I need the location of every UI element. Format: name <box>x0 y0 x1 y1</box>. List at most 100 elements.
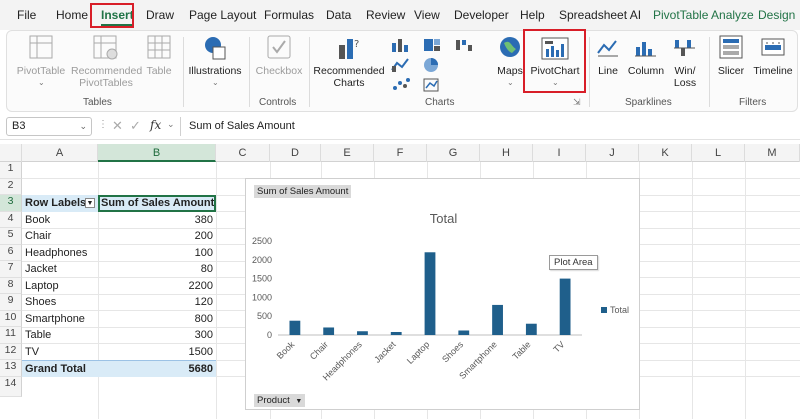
insert-function-icon[interactable]: fx <box>150 118 161 132</box>
row-header[interactable]: 8 <box>0 277 22 294</box>
tab-review[interactable]: Review <box>366 8 405 22</box>
more-options-icon[interactable]: ⋮ <box>98 119 108 130</box>
tab-view[interactable]: View <box>414 8 440 22</box>
pivot-row-value[interactable]: 120 <box>98 294 216 311</box>
tables-group-label: Tables <box>83 97 112 108</box>
pie-chart-icon[interactable] <box>423 57 445 73</box>
tab-home[interactable]: Home <box>56 8 88 22</box>
column-header[interactable]: D <box>270 144 321 162</box>
pivot-row-value[interactable]: 380 <box>98 212 216 229</box>
row-header[interactable]: 6 <box>0 244 22 261</box>
pivot-row-value[interactable]: 300 <box>98 327 216 344</box>
column-header[interactable]: E <box>321 144 374 162</box>
maps-button[interactable]: Maps ⌄ <box>495 35 525 91</box>
formula-input[interactable]: Sum of Sales Amount <box>180 117 794 136</box>
illustrations-button[interactable]: Illustrations ⌄ <box>187 35 243 91</box>
pivot-chart[interactable]: Sum of Sales Amount Total 0 500 1000 1500 20… <box>245 178 640 410</box>
cancel-icon[interactable]: ✕ <box>112 118 123 134</box>
chevron-down-icon[interactable]: ⌄ <box>79 118 87 135</box>
axis-field-label: Product <box>257 395 290 406</box>
pivot-row-labels-header[interactable]: Row Labels ▼ <box>22 195 98 212</box>
tab-pivottable-analyze[interactable]: PivotTable Analyze <box>653 8 754 22</box>
checkbox-button[interactable]: Checkbox <box>255 35 303 91</box>
pivot-grand-total-value[interactable]: 5680 <box>98 360 216 377</box>
slicer-button[interactable]: Slicer <box>713 35 749 91</box>
row-header[interactable]: 4 <box>0 211 22 228</box>
pivot-row-value[interactable]: 200 <box>98 228 216 245</box>
y-tick-label: 500 <box>257 311 272 321</box>
row-header[interactable]: 5 <box>0 228 22 245</box>
column-chart-icon[interactable] <box>391 37 413 53</box>
maps-label: Maps <box>497 65 523 77</box>
row-header[interactable]: 14 <box>0 376 22 397</box>
column-header[interactable]: C <box>216 144 270 162</box>
column-header[interactable]: B <box>98 144 216 162</box>
axis-field-button[interactable]: Product ▼ <box>254 394 306 407</box>
column-header[interactable]: M <box>745 144 800 162</box>
tab-page-layout[interactable]: Page Layout <box>189 8 256 22</box>
pivot-row-label[interactable]: Jacket <box>22 261 98 278</box>
column-header[interactable]: L <box>692 144 745 162</box>
pivot-row-label[interactable]: Smartphone <box>22 311 98 328</box>
row-header[interactable]: 9 <box>0 294 22 311</box>
pivot-row-label[interactable]: Shoes <box>22 294 98 311</box>
tab-spreadsheet-ai[interactable]: Spreadsheet AI <box>559 8 641 22</box>
row-header[interactable]: 13 <box>0 360 22 377</box>
row-header[interactable]: 11 <box>0 327 22 344</box>
pivot-row-label[interactable]: TV <box>22 344 98 361</box>
row-header[interactable]: 1 <box>0 162 22 179</box>
filter-dropdown-icon[interactable]: ▼ <box>85 198 95 208</box>
scatter-chart-icon[interactable] <box>391 77 413 93</box>
sparkline-line-button[interactable]: Line <box>593 35 623 91</box>
pivot-value-header[interactable]: Sum of Sales Amount <box>98 195 216 212</box>
pivot-row-label[interactable]: Table <box>22 327 98 344</box>
recommended-pivottables-button[interactable]: Recommended PivotTables <box>71 35 142 91</box>
pivot-row-value[interactable]: 2200 <box>98 278 216 295</box>
pivot-grand-total-label[interactable]: Grand Total <box>22 360 98 377</box>
pivot-row-value[interactable]: 80 <box>98 261 216 278</box>
enter-check-icon[interactable]: ✓ <box>130 118 141 134</box>
row-header[interactable]: 12 <box>0 343 22 360</box>
tab-draw[interactable]: Draw <box>146 8 174 22</box>
tab-help[interactable]: Help <box>520 8 545 22</box>
pivot-row-label[interactable]: Book <box>22 212 98 229</box>
pivot-row-label[interactable]: Headphones <box>22 245 98 262</box>
column-header[interactable]: J <box>586 144 639 162</box>
timeline-button[interactable]: Timeline <box>751 35 795 91</box>
column-header[interactable]: I <box>533 144 586 162</box>
select-all-corner[interactable] <box>0 144 22 162</box>
tab-design[interactable]: Design <box>758 8 795 22</box>
tab-developer[interactable]: Developer <box>454 8 509 22</box>
line-chart-icon[interactable] <box>391 57 413 73</box>
column-header[interactable]: H <box>480 144 533 162</box>
row-header[interactable]: 7 <box>0 261 22 278</box>
chart-plot-svg[interactable]: 05001000150020002500Book ChairHeadphones J… <box>246 179 641 411</box>
dialog-launcher-icon[interactable]: ⇲ <box>573 97 581 108</box>
row-header[interactable]: 10 <box>0 310 22 327</box>
row-header[interactable]: 2 <box>0 178 22 195</box>
column-header[interactable]: F <box>374 144 427 162</box>
column-header[interactable]: G <box>427 144 480 162</box>
waterfall-chart-icon[interactable] <box>455 37 477 53</box>
name-box[interactable]: B3 ⌄ <box>6 117 92 136</box>
chart-bar <box>559 278 571 335</box>
chevron-down-icon[interactable]: ⌄ <box>167 119 175 130</box>
sparkline-column-button[interactable]: Column <box>625 35 667 91</box>
pivot-row-label[interactable]: Chair <box>22 228 98 245</box>
row-header[interactable]: 3 <box>0 195 22 212</box>
table-button[interactable]: Table <box>143 35 175 91</box>
sparkline-winloss-button[interactable]: Win/ Loss <box>669 35 701 91</box>
pivot-row-value[interactable]: 800 <box>98 311 216 328</box>
column-header[interactable]: A <box>22 144 98 162</box>
column-header[interactable]: K <box>639 144 692 162</box>
pivot-row-label[interactable]: Laptop <box>22 278 98 295</box>
recommended-charts-button[interactable]: ? Recommended Charts <box>313 35 385 91</box>
pivottable-button[interactable]: PivotTable ⌄ <box>15 35 67 91</box>
hierarchy-chart-icon[interactable] <box>423 37 445 53</box>
pivot-row-value[interactable]: 100 <box>98 245 216 262</box>
tab-file[interactable]: File <box>17 8 36 22</box>
tab-formulas[interactable]: Formulas <box>264 8 314 22</box>
pivot-row-value[interactable]: 1500 <box>98 344 216 361</box>
tab-data[interactable]: Data <box>326 8 351 22</box>
other-charts-icon[interactable] <box>423 77 445 93</box>
